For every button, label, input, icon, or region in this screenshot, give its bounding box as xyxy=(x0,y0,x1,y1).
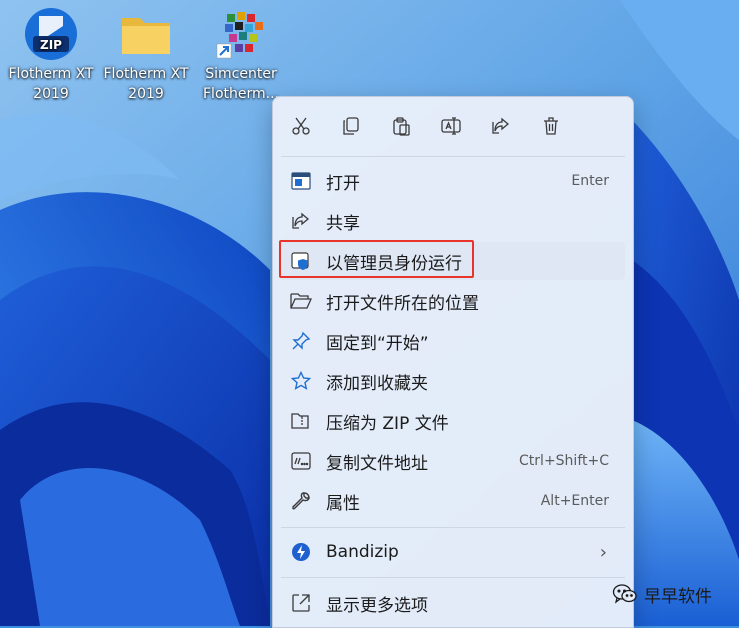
menu-divider xyxy=(281,527,625,528)
menu-item-label: 以管理员身份运行 xyxy=(326,253,462,274)
wechat-icon xyxy=(612,583,638,605)
delete-icon[interactable] xyxy=(536,111,566,141)
desktop-icon-label-line1: Flotherm XT xyxy=(8,66,94,82)
chevron-right-icon: › xyxy=(599,541,607,563)
menu-item-show-more-options[interactable]: 显示更多选项 xyxy=(279,584,625,622)
menu-item-label: 共享 xyxy=(326,213,360,234)
star-icon xyxy=(288,368,314,394)
menu-item-label: 复制文件地址 xyxy=(326,453,428,474)
copy-icon[interactable] xyxy=(336,111,366,141)
menu-item-add-to-favorites[interactable]: 添加到收藏夹 xyxy=(279,362,625,400)
context-menu: 打开 Enter 共享 以管理员身份运行 打开文件所在的位置 固定到“开始” 添… xyxy=(272,96,634,628)
bandizip-icon xyxy=(288,539,314,565)
share-icon xyxy=(288,208,314,234)
menu-item-label: 打开 xyxy=(326,173,360,194)
zip-file-icon xyxy=(288,408,314,434)
menu-item-properties[interactable]: 属性 Alt+Enter xyxy=(279,482,625,520)
menu-item-run-as-admin[interactable]: 以管理员身份运行 xyxy=(279,242,625,280)
menu-item-label: 压缩为 ZIP 文件 xyxy=(326,413,449,434)
menu-item-copy-as-path[interactable]: 复制文件地址 Ctrl+Shift+C xyxy=(279,442,625,480)
menu-item-label: 打开文件所在的位置 xyxy=(326,293,479,314)
menu-item-shortcut: Ctrl+Shift+C xyxy=(519,453,609,469)
menu-item-pin-to-start[interactable]: 固定到“开始” xyxy=(279,322,625,360)
menu-item-shortcut: Alt+Enter xyxy=(540,493,609,509)
simcenter-app-icon xyxy=(213,6,269,62)
desktop-icon-label-line1: Flotherm XT xyxy=(103,66,189,82)
folder-icon xyxy=(118,6,174,62)
wrench-icon xyxy=(288,488,314,514)
watermark-text: 早早软件 xyxy=(644,586,712,607)
desktop-icon-label-line2: 2019 xyxy=(33,86,69,102)
menu-item-shortcut: Enter xyxy=(571,173,609,189)
menu-item-label: 固定到“开始” xyxy=(326,333,429,354)
admin-shield-icon xyxy=(288,248,314,274)
menu-item-bandizip[interactable]: Bandizip › xyxy=(279,533,625,571)
menu-item-label: 属性 xyxy=(326,493,360,514)
desktop-icon-simcenter-shortcut[interactable]: Simcenter Flotherm... xyxy=(194,6,288,104)
svg-text:ZIP: ZIP xyxy=(40,38,62,52)
share-icon[interactable] xyxy=(486,111,516,141)
desktop-icon-flotherm-zip[interactable]: ZIP Flotherm XT 2019 xyxy=(4,6,98,104)
desktop-icon-flotherm-folder[interactable]: Flotherm XT 2019 xyxy=(99,6,193,104)
cut-icon[interactable] xyxy=(286,111,316,141)
menu-item-compress-zip[interactable]: 压缩为 ZIP 文件 xyxy=(279,402,625,440)
more-options-icon xyxy=(288,590,314,616)
rename-icon[interactable] xyxy=(436,111,466,141)
zip-archive-icon: ZIP xyxy=(23,6,79,62)
desktop-icon-label-line2: 2019 xyxy=(128,86,164,102)
menu-divider xyxy=(281,577,625,578)
paste-icon[interactable] xyxy=(386,111,416,141)
context-menu-toolbar xyxy=(273,97,633,155)
open-window-icon xyxy=(288,168,314,194)
desktop-icon-label-line1: Simcenter xyxy=(205,66,277,82)
menu-item-open[interactable]: 打开 Enter xyxy=(279,162,625,200)
menu-item-open-file-location[interactable]: 打开文件所在的位置 xyxy=(279,282,625,320)
menu-item-label: 显示更多选项 xyxy=(326,595,428,616)
menu-item-label: 添加到收藏夹 xyxy=(326,373,428,394)
pin-icon xyxy=(288,328,314,354)
watermark: 早早软件 xyxy=(612,578,712,610)
menu-item-label: Bandizip xyxy=(326,542,399,562)
copy-path-icon xyxy=(288,448,314,474)
menu-divider xyxy=(281,156,625,157)
folder-open-icon xyxy=(288,288,314,314)
menu-item-share[interactable]: 共享 xyxy=(279,202,625,240)
